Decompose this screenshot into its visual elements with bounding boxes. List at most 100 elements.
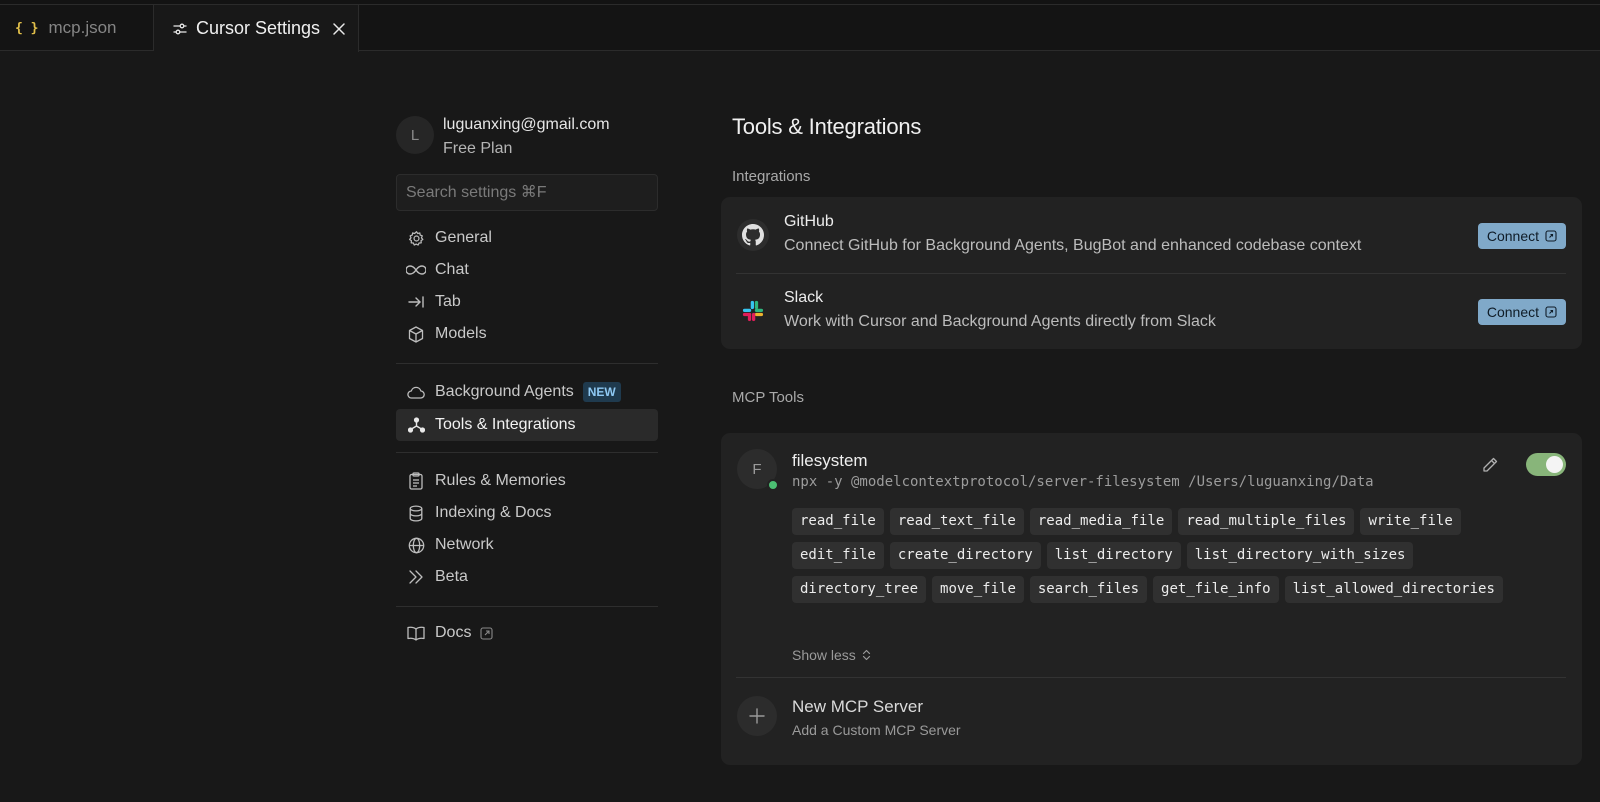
integration-row-slack: Slack Work with Cursor and Background Ag… <box>721 273 1582 349</box>
database-icon <box>406 503 426 523</box>
connect-slack-button[interactable]: Connect <box>1477 299 1566 325</box>
settings-sliders-icon <box>172 21 188 37</box>
cube-icon <box>406 324 426 344</box>
avatar: L <box>396 116 434 154</box>
tool-chip: list_directory <box>1046 542 1181 569</box>
sidebar-item-label: General <box>435 229 492 246</box>
sidebar-item-chat[interactable]: Chat <box>396 254 658 286</box>
clipboard-icon <box>406 471 426 491</box>
sidebar-item-models[interactable]: Models <box>396 318 658 350</box>
tool-chip: get_file_info <box>1153 576 1279 603</box>
infinity-icon <box>406 260 426 280</box>
tool-chip: directory_tree <box>792 576 927 603</box>
tool-chip-list: read_file read_text_file read_media_file re… <box>792 508 1552 603</box>
tab-mcp-json[interactable]: { } mcp.json <box>0 5 154 51</box>
sidebar-item-label: Models <box>435 325 487 342</box>
tool-chip: read_multiple_files <box>1178 508 1355 535</box>
tool-chip: read_media_file <box>1029 508 1173 535</box>
network-nodes-icon <box>406 415 426 435</box>
sidebar-item-tab[interactable]: Tab <box>396 286 658 318</box>
slack-icon <box>737 295 769 327</box>
sidebar-item-label: Beta <box>435 568 468 585</box>
server-enabled-toggle[interactable] <box>1526 453 1566 476</box>
sidebar-item-label: Network <box>435 536 494 553</box>
edit-server-button[interactable] <box>1478 453 1502 477</box>
sidebar-item-label: Tab <box>435 293 461 310</box>
cloud-icon <box>406 382 426 402</box>
server-command: npx -y @modelcontextprotocol/server-file… <box>792 474 1374 490</box>
new-badge: NEW <box>582 382 621 402</box>
tab-cursor-settings[interactable]: Cursor Settings <box>154 5 359 52</box>
braces-icon: { } <box>15 20 39 36</box>
sidebar-item-label: Tools & Integrations <box>435 416 576 433</box>
integration-description: Work with Cursor and Background Agents d… <box>784 313 1216 330</box>
sidebar-divider <box>396 606 658 607</box>
add-server-button[interactable] <box>737 696 777 736</box>
tool-chip: edit_file <box>792 542 884 569</box>
tool-chip: list_directory_with_sizes <box>1186 542 1414 569</box>
chevron-up-down-icon <box>862 649 871 661</box>
sidebar-item-background-agents[interactable]: Background Agents NEW <box>396 376 658 408</box>
tool-chip: write_file <box>1360 508 1461 535</box>
sidebar-item-rules-memories[interactable]: Rules & Memories <box>396 465 658 497</box>
user-profile: L luguanxing@gmail.com Free Plan <box>396 116 666 160</box>
integration-description: Connect GitHub for Background Agents, Bu… <box>784 237 1362 254</box>
status-online-dot <box>767 479 779 491</box>
new-server-title[interactable]: New MCP Server <box>792 697 923 717</box>
close-icon[interactable] <box>332 22 346 36</box>
tool-chip: create_directory <box>889 542 1041 569</box>
new-server-subtitle: Add a Custom MCP Server <box>792 722 961 738</box>
row-divider <box>736 677 1566 678</box>
section-label-integrations: Integrations <box>732 168 811 185</box>
tool-chip: list_allowed_directories <box>1284 576 1503 603</box>
sidebar-item-label: Docs <box>435 624 472 641</box>
gear-icon <box>406 228 426 248</box>
sidebar-item-tools-integrations[interactable]: Tools & Integrations <box>396 409 658 441</box>
arrow-to-line-icon <box>406 292 426 312</box>
sidebar-item-label: Background Agents <box>435 383 574 400</box>
page-title: Tools & Integrations <box>732 114 922 139</box>
double-chevron-right-icon <box>406 567 426 587</box>
sidebar-item-network[interactable]: Network <box>396 529 658 561</box>
integrations-card: GitHub Connect GitHub for Background Age… <box>721 197 1582 349</box>
pencil-icon <box>1481 456 1499 474</box>
user-plan: Free Plan <box>443 140 513 157</box>
connect-github-button[interactable]: Connect <box>1477 223 1566 249</box>
sidebar-item-label: Rules & Memories <box>435 472 566 489</box>
integration-name: GitHub <box>784 213 834 230</box>
external-link-icon <box>480 626 494 640</box>
tool-chip: move_file <box>932 576 1024 603</box>
server-name: filesystem <box>792 451 868 470</box>
tool-chip: search_files <box>1029 576 1148 603</box>
sidebar-divider <box>396 363 658 364</box>
plus-icon <box>748 707 766 725</box>
mcp-tools-card: F filesystem npx -y @modelcontextprotoco… <box>721 433 1582 765</box>
section-label-mcp-tools: MCP Tools <box>732 389 804 406</box>
search-input[interactable] <box>396 174 658 211</box>
integration-name: Slack <box>784 289 824 306</box>
tab-bar: { } mcp.json Cursor Settings <box>0 5 1600 52</box>
toggle-knob <box>1546 456 1563 473</box>
tab-label: Cursor Settings <box>196 18 321 38</box>
github-icon <box>737 219 769 251</box>
tool-chip: read_file <box>792 508 884 535</box>
sidebar-item-label: Indexing & Docs <box>435 504 552 521</box>
sidebar-item-beta[interactable]: Beta <box>396 561 658 593</box>
tab-label: mcp.json <box>48 18 117 37</box>
sidebar-item-general[interactable]: General <box>396 222 658 254</box>
external-link-icon <box>1545 230 1557 242</box>
globe-icon <box>406 535 426 555</box>
sidebar-divider <box>396 452 658 453</box>
button-label: Connect <box>1486 304 1539 320</box>
integration-row-github: GitHub Connect GitHub for Background Age… <box>721 197 1582 273</box>
show-less-button[interactable]: Show less <box>792 647 871 663</box>
show-less-label: Show less <box>792 647 856 663</box>
button-label: Connect <box>1486 228 1539 244</box>
sidebar-item-docs[interactable]: Docs <box>396 617 658 649</box>
sidebar-item-indexing-docs[interactable]: Indexing & Docs <box>396 497 658 529</box>
user-email: luguanxing@gmail.com <box>443 116 610 133</box>
tool-chip: read_text_file <box>889 508 1024 535</box>
external-link-icon <box>1545 306 1557 318</box>
book-icon <box>406 623 426 643</box>
sidebar-item-label: Chat <box>435 261 469 278</box>
